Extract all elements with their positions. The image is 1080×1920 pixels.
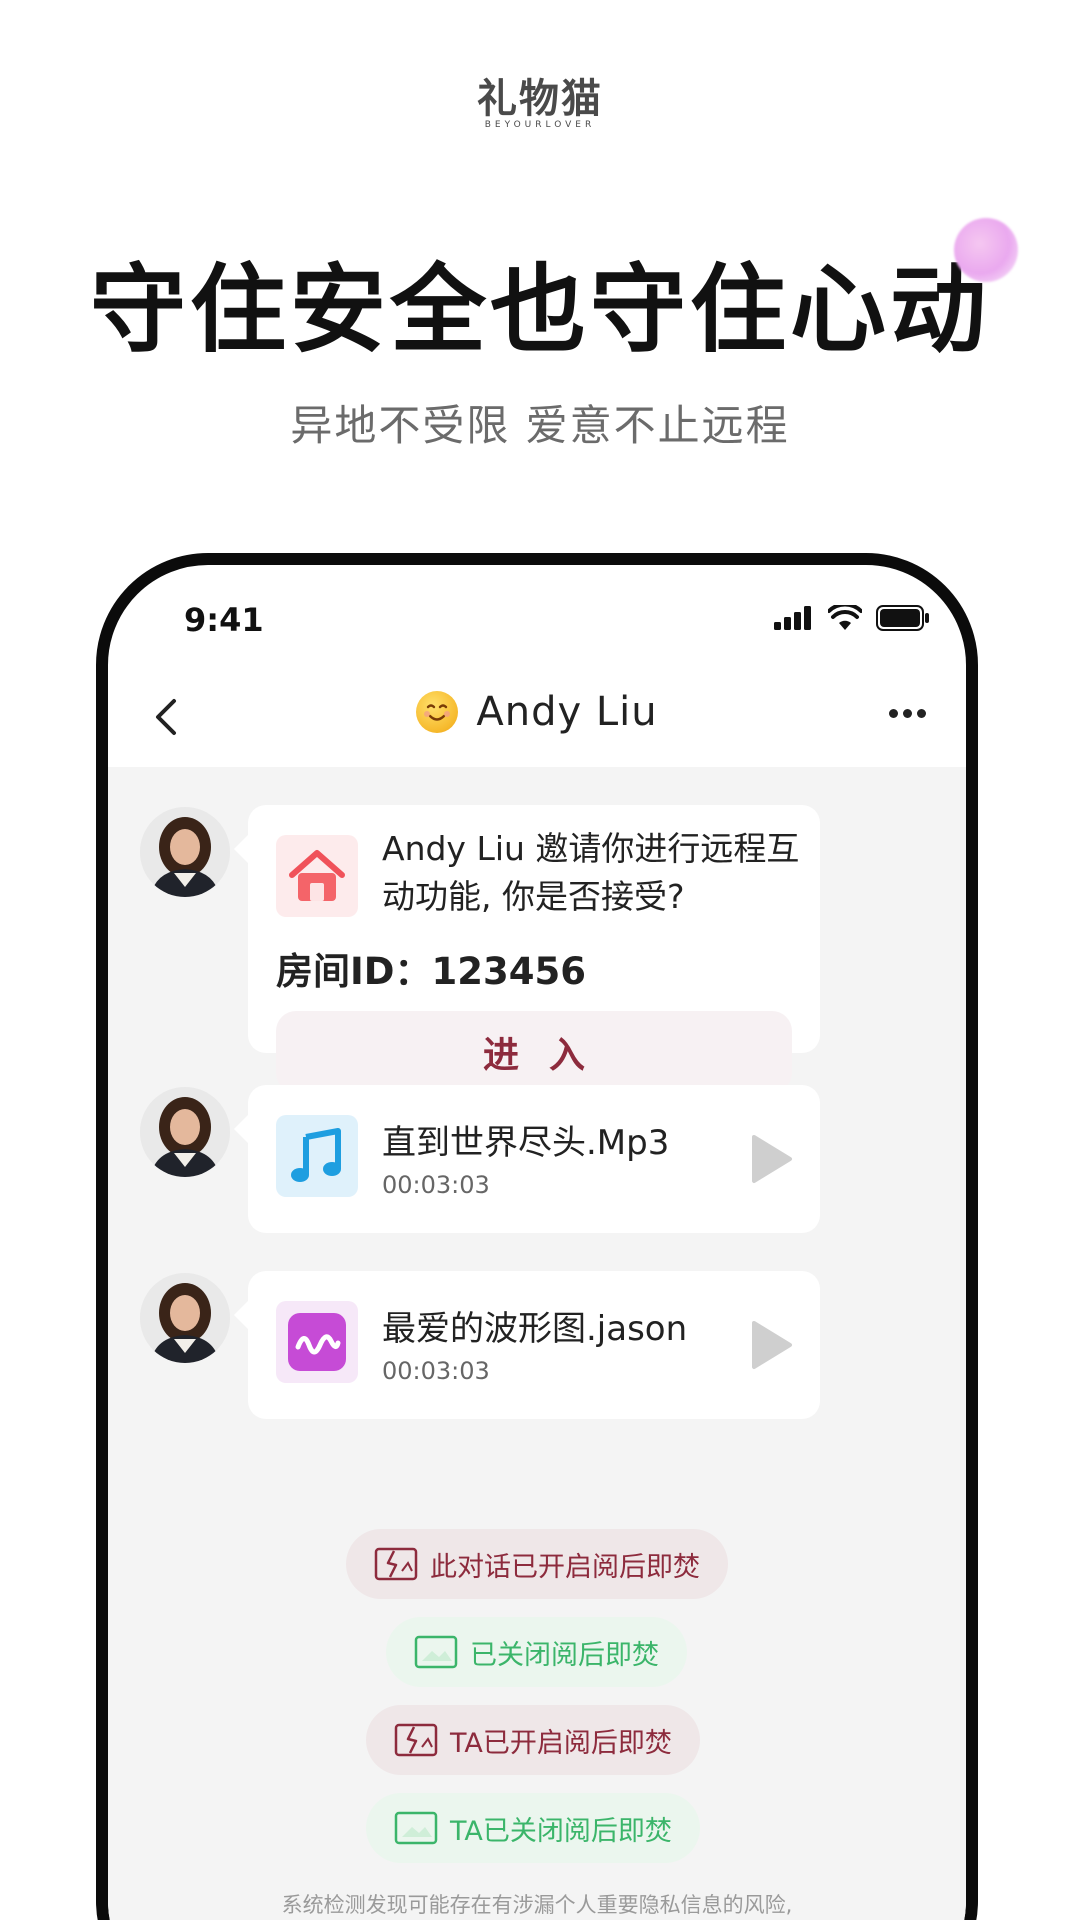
brand-name: 礼物猫: [477, 76, 603, 122]
system-message: TA已关闭阅后即焚: [366, 1793, 700, 1863]
enter-room-button[interactable]: 进入: [276, 1011, 792, 1093]
decorative-orb: [954, 218, 1018, 282]
page: 礼物猫 BEYOURLOVER 守住安全也守住心动 异地不受限 爱意不止远程 9…: [0, 0, 1080, 1920]
chat-header: Andy Liu: [108, 665, 966, 767]
phone-frame: 9:41 Andy Liu Andy Liu 邀请你进行远程互动功能, 你是否接…: [96, 553, 978, 1920]
invite-text: Andy Liu 邀请你进行远程互动功能, 你是否接受?: [382, 829, 800, 916]
privacy-warning: 系统检测发现可能存在有涉漏个人重要隐私信息的风险,: [281, 1893, 793, 1917]
burn-after-reading-on-icon: [374, 1547, 418, 1581]
avatar[interactable]: [140, 807, 230, 897]
system-message: 此对话已开启阅后即焚: [346, 1529, 728, 1599]
smiley-emoji-icon: [416, 691, 459, 733]
subheadline: 异地不受限 爱意不止远程: [290, 401, 790, 450]
system-message-text: TA已开启阅后即焚: [450, 1727, 672, 1759]
system-message-text: 已关闭阅后即焚: [470, 1639, 659, 1671]
chat-title-group: Andy Liu: [108, 689, 966, 735]
brand-logo: 礼物猫 BEYOURLOVER: [0, 66, 1080, 130]
file-name: 直到世界尽头.Mp3: [382, 1123, 670, 1163]
headline: 守住安全也守住心动: [90, 254, 990, 366]
system-message-text: 此对话已开启阅后即焚: [430, 1551, 700, 1583]
status-icons: [774, 605, 930, 631]
battery-icon: [876, 605, 929, 631]
more-options-icon[interactable]: [889, 709, 926, 718]
file-duration: 00:03:03: [382, 1357, 490, 1385]
status-time: 9:41: [184, 601, 264, 639]
avatar[interactable]: [140, 1087, 230, 1177]
chat-title: Andy Liu: [476, 689, 658, 735]
wifi-icon: [828, 605, 862, 630]
system-message: 已关闭阅后即焚: [386, 1617, 687, 1687]
home-icon: [276, 835, 358, 917]
cellular-signal-icon: [774, 606, 811, 630]
image-icon: [414, 1635, 458, 1669]
waveform-file-bubble[interactable]: 最爱的波形图.jason 00:03:03: [234, 1271, 820, 1419]
system-message-text: TA已关闭阅后即焚: [450, 1815, 672, 1847]
brand-tagline: BEYOURLOVER: [484, 120, 596, 130]
burn-after-reading-on-icon: [394, 1723, 438, 1757]
system-message: TA已开启阅后即焚: [366, 1705, 700, 1775]
waveform-icon: [276, 1301, 358, 1383]
image-icon: [394, 1811, 438, 1845]
status-bar: 9:41: [108, 565, 966, 665]
file-name: 最爱的波形图.jason: [382, 1309, 688, 1349]
room-id: 房间ID：123456: [276, 950, 586, 993]
avatar[interactable]: [140, 1273, 230, 1363]
audio-file-bubble[interactable]: 直到世界尽头.Mp3 00:03:03: [234, 1085, 820, 1233]
play-icon[interactable]: [750, 1133, 794, 1185]
music-note-icon: [276, 1115, 358, 1197]
invite-message-bubble: Andy Liu 邀请你进行远程互动功能, 你是否接受? 房间ID：123456…: [234, 805, 820, 1093]
file-duration: 00:03:03: [382, 1171, 490, 1199]
play-icon[interactable]: [750, 1319, 794, 1371]
chat-body: Andy Liu 邀请你进行远程互动功能, 你是否接受? 房间ID：123456…: [108, 767, 966, 1920]
